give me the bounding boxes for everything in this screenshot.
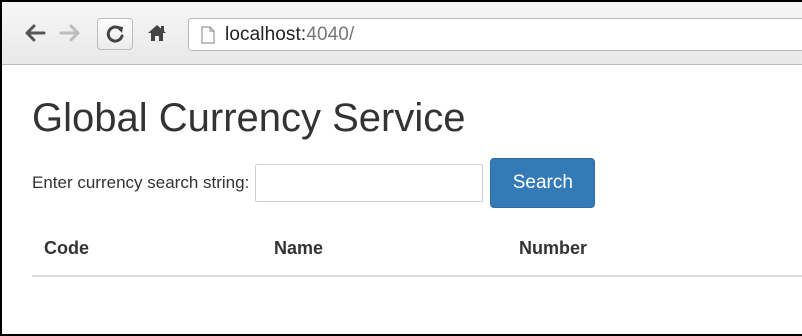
column-header-number[interactable]: Number [507, 226, 802, 277]
search-button[interactable]: Search [490, 158, 596, 208]
search-form: Enter currency search string: Search [32, 158, 596, 208]
browser-window: localhost:4040/ Global Currency Service … [0, 0, 802, 336]
search-label: Enter currency search string: [32, 173, 250, 192]
table-header-row: Code Name Number [32, 226, 802, 277]
home-icon [146, 23, 168, 43]
results-table: Code Name Number [32, 226, 802, 277]
browser-toolbar: localhost:4040/ [2, 2, 802, 65]
back-arrow-icon [24, 24, 46, 42]
forward-arrow-icon [59, 24, 81, 42]
column-header-code[interactable]: Code [32, 226, 262, 277]
reload-button[interactable] [97, 18, 133, 50]
page-content: Global Currency Service Enter currency s… [2, 66, 802, 334]
url-host: localhost: [225, 23, 307, 45]
url-port: 4040/ [306, 23, 355, 45]
page-icon [201, 25, 215, 44]
url-text: localhost:4040/ [225, 24, 354, 46]
forward-button[interactable] [57, 20, 83, 46]
home-button[interactable] [144, 20, 170, 46]
address-bar[interactable]: localhost:4040/ [188, 18, 802, 51]
column-header-name[interactable]: Name [262, 226, 507, 277]
page-title: Global Currency Service [32, 96, 466, 140]
back-button[interactable] [22, 20, 48, 46]
reload-icon [105, 24, 125, 44]
search-input[interactable] [255, 164, 484, 202]
